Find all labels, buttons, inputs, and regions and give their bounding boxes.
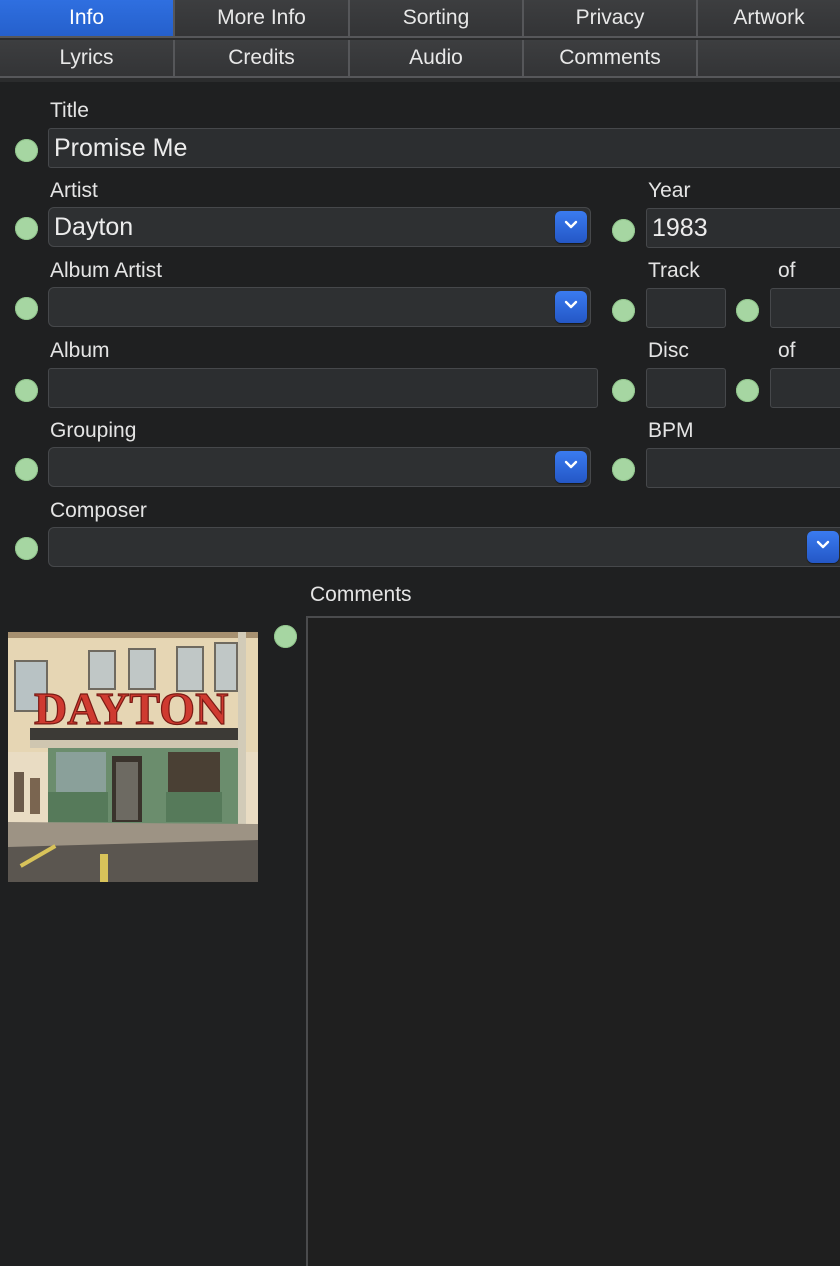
tab-bar: Info More Info Sorting Privacy Artwork L… (0, 0, 840, 82)
grouping-label: Grouping (50, 419, 137, 442)
disc-number-field[interactable] (646, 368, 726, 408)
tab-empty (698, 40, 840, 78)
grouping-indicator-dot[interactable] (15, 458, 38, 481)
title-field[interactable]: Promise Me (48, 128, 840, 168)
composer-indicator-dot[interactable] (15, 537, 38, 560)
album-artwork-image[interactable]: DAYTON (8, 632, 258, 882)
tab-artwork[interactable]: Artwork (698, 0, 840, 38)
track-number-field[interactable] (646, 288, 726, 328)
composer-chevron-down-icon[interactable] (807, 531, 839, 563)
tab-more-info[interactable]: More Info (175, 0, 350, 38)
album-indicator-dot[interactable] (15, 379, 38, 402)
disc-total-field[interactable] (770, 368, 840, 408)
tab-lyrics[interactable]: Lyrics (0, 40, 175, 78)
tab-privacy[interactable]: Privacy (524, 0, 698, 38)
tab-audio[interactable]: Audio (350, 40, 524, 78)
disc-indicator-dot[interactable] (612, 379, 635, 402)
bpm-field[interactable] (646, 448, 840, 488)
comments-label: Comments (310, 583, 412, 606)
track-total-field[interactable] (770, 288, 840, 328)
year-label: Year (648, 179, 691, 202)
comments-textarea[interactable] (306, 616, 840, 1266)
artist-combobox[interactable]: Dayton (48, 207, 591, 247)
tab-comments[interactable]: Comments (524, 40, 698, 78)
album-artist-label: Album Artist (50, 259, 163, 282)
title-indicator-dot[interactable] (15, 139, 38, 162)
track-of-label: of (778, 259, 796, 282)
track-indicator-dot[interactable] (612, 299, 635, 322)
track-total-indicator-dot[interactable] (736, 299, 759, 322)
composer-label: Composer (50, 499, 147, 522)
track-label: Track (648, 259, 700, 282)
grouping-combobox[interactable] (48, 447, 591, 487)
tab-info[interactable]: Info (0, 0, 175, 38)
artist-chevron-down-icon[interactable] (555, 211, 587, 243)
title-label: Title (50, 99, 89, 122)
disc-total-indicator-dot[interactable] (736, 379, 759, 402)
tab-sorting[interactable]: Sorting (350, 0, 524, 38)
bpm-label: BPM (648, 419, 694, 442)
year-indicator-dot[interactable] (612, 219, 635, 242)
disc-of-label: of (778, 339, 796, 362)
comments-indicator-dot[interactable] (274, 625, 297, 648)
artist-indicator-dot[interactable] (15, 217, 38, 240)
dayton-logo-text: DAYTON (34, 683, 228, 734)
album-label: Album (50, 339, 110, 362)
year-field[interactable]: 1983 (646, 208, 840, 248)
bpm-indicator-dot[interactable] (612, 458, 635, 481)
composer-combobox[interactable] (48, 527, 840, 567)
album-artist-combobox[interactable] (48, 287, 591, 327)
album-artist-chevron-down-icon[interactable] (555, 291, 587, 323)
grouping-chevron-down-icon[interactable] (555, 451, 587, 483)
artist-label: Artist (50, 179, 98, 202)
artist-value: Dayton (54, 213, 134, 241)
album-artist-indicator-dot[interactable] (15, 297, 38, 320)
tab-credits[interactable]: Credits (175, 40, 350, 78)
album-field[interactable] (48, 368, 598, 408)
disc-label: Disc (648, 339, 689, 362)
